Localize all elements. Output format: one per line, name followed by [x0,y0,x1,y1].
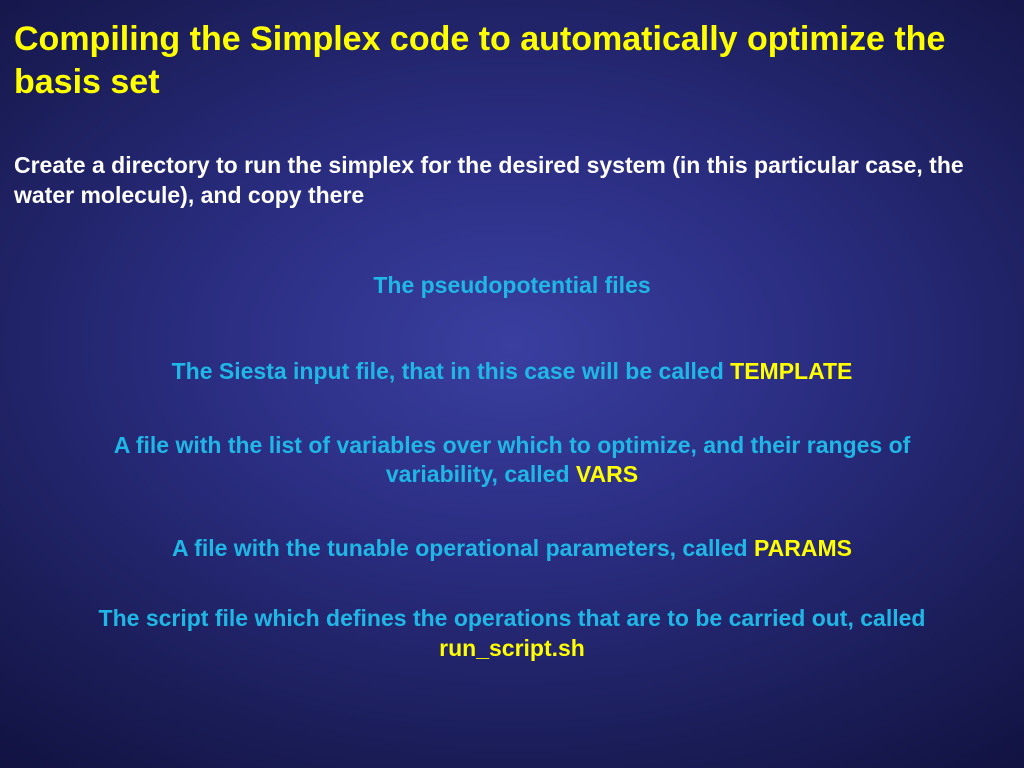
keyword-vars: VARS [576,461,638,487]
keyword-template: TEMPLATE [730,358,852,384]
keyword-params: PARAMS [754,535,852,561]
bullet-text: A file with the list of variables over w… [114,432,911,488]
slide: Compiling the Simplex code to automatica… [0,0,1024,768]
bullet-text: The script file which defines the operat… [99,605,926,631]
intro-text: Create a directory to run the simplex fo… [14,151,1010,211]
keyword-run-script: run_script.sh [439,635,585,661]
slide-title: Compiling the Simplex code to automatica… [14,18,1010,103]
bullet-siesta-input: The Siesta input file, that in this case… [14,357,1010,387]
bullet-params: A file with the tunable operational para… [14,534,1010,564]
bullet-pseudopotential: The pseudopotential files [14,271,1010,301]
bullet-text: A file with the tunable operational para… [172,535,754,561]
bullet-text: The Siesta input file, that in this case… [172,358,731,384]
bullet-script: The script file which defines the operat… [77,604,947,664]
bullet-vars: A file with the list of variables over w… [97,431,927,491]
bullet-text: The pseudopotential files [373,272,650,298]
